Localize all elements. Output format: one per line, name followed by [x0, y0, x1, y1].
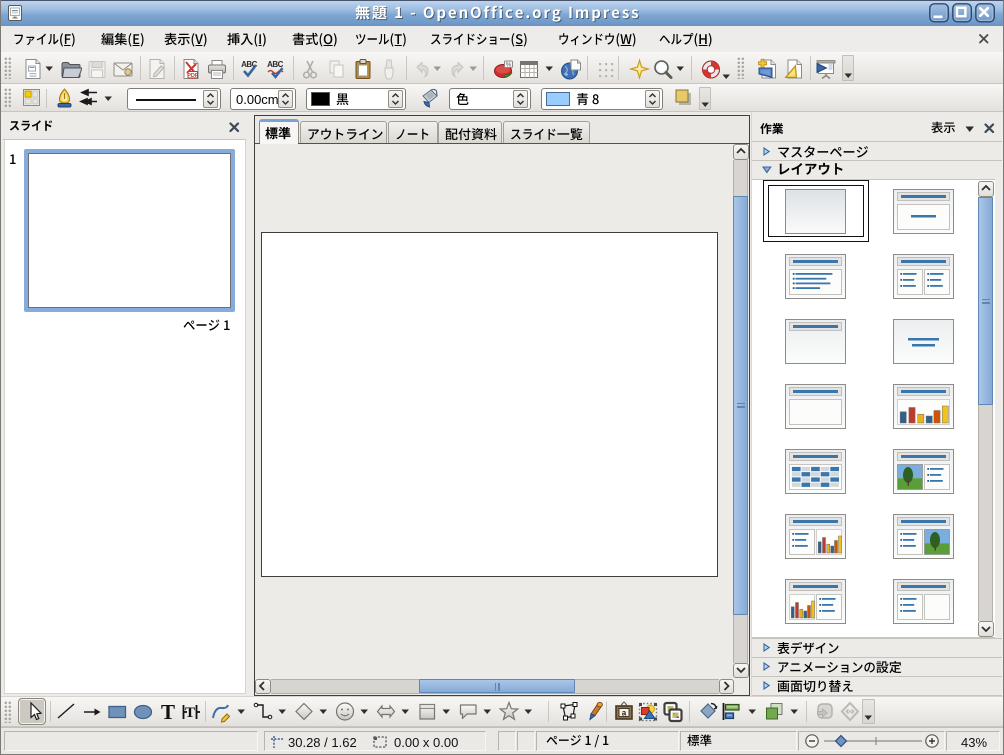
- svg-text:T: T: [185, 705, 195, 721]
- svg-text:ABC: ABC: [267, 60, 284, 69]
- svg-text:a: a: [622, 709, 627, 718]
- svg-text:%: %: [506, 62, 512, 68]
- svg-text:PDF: PDF: [187, 73, 199, 79]
- svg-text:T: T: [161, 700, 175, 724]
